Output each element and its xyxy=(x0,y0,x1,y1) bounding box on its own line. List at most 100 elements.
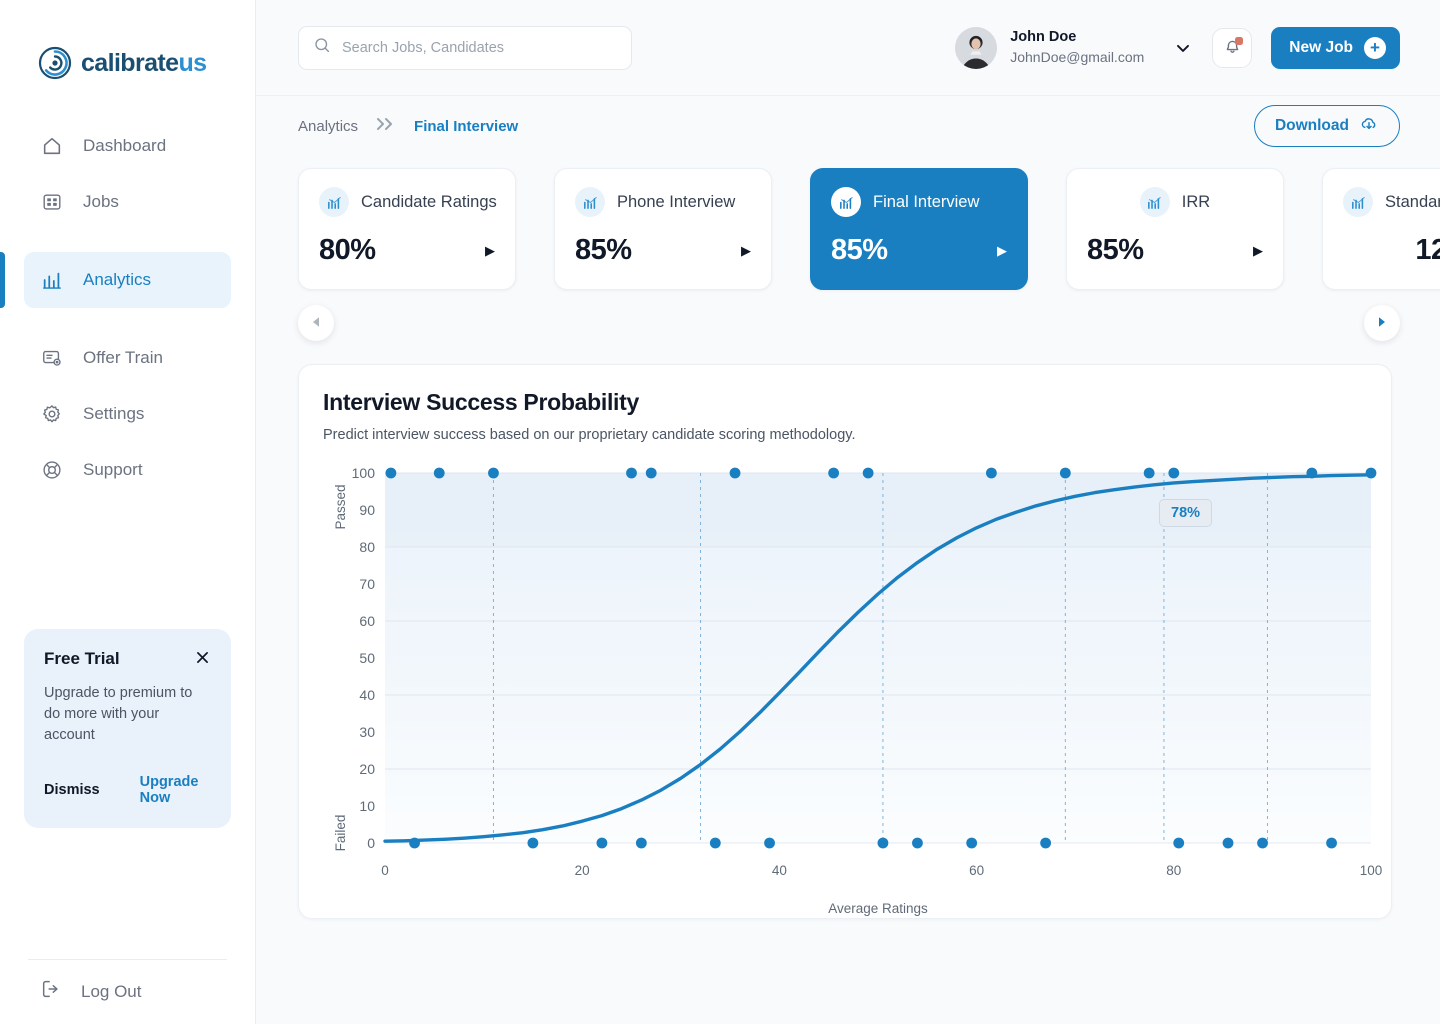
svg-text:80: 80 xyxy=(359,539,375,555)
sidebar-item-label: Jobs xyxy=(83,192,119,211)
brand-name-dark: calibrate xyxy=(81,48,179,77)
search-icon xyxy=(313,36,331,59)
metric-card-body: 85% ▶ xyxy=(575,234,751,267)
cloud-download-icon xyxy=(1359,114,1379,139)
search-input[interactable] xyxy=(342,39,617,56)
cards-carousel-controls xyxy=(256,294,1440,352)
breadcrumb-separator xyxy=(375,117,397,135)
sidebar-footer: Log Out xyxy=(0,958,255,1024)
brand-logo[interactable]: calibrateus xyxy=(0,0,255,80)
metric-card-label: Phone Interview xyxy=(617,192,736,211)
sidebar-item-settings[interactable]: Settings xyxy=(24,386,231,442)
upgrade-now-button[interactable]: Upgrade Now xyxy=(140,774,211,806)
breadcrumb-current[interactable]: Final Interview xyxy=(414,118,518,135)
metric-card-label: Final Interview xyxy=(873,192,980,211)
bar-chart-icon xyxy=(1139,187,1170,217)
free-trial-actions: Dismiss Upgrade Now xyxy=(44,774,211,806)
gear-icon xyxy=(40,402,64,426)
search-box[interactable] xyxy=(298,25,632,70)
chevron-left-icon xyxy=(309,315,323,332)
main-content: John Doe JohnDoe@gmail.com xyxy=(256,0,1440,1024)
metric-card-value: 85% xyxy=(831,234,888,266)
svg-text:Failed: Failed xyxy=(333,815,348,852)
metric-card-label: Standard Report xyxy=(1385,192,1440,211)
user-email: JohnDoe@gmail.com xyxy=(1010,48,1145,65)
free-trial-header: Free Trial xyxy=(44,649,211,670)
plus-icon: + xyxy=(1364,36,1386,59)
notifications-button[interactable] xyxy=(1212,27,1253,68)
sidebar-nav: Dashboard Jobs Analytics Offer Train Set… xyxy=(0,118,255,498)
chevron-right-icon[interactable]: ▶ xyxy=(1253,243,1263,259)
download-label: Download xyxy=(1274,117,1349,134)
chevron-right-icon[interactable]: ▶ xyxy=(485,243,495,259)
metric-card-body: 85% ▶ xyxy=(1087,234,1263,267)
svg-text:10: 10 xyxy=(359,798,375,814)
sidebar-item-label: Offer Train xyxy=(83,348,163,367)
svg-text:60: 60 xyxy=(359,613,375,629)
user-menu[interactable]: John Doe JohnDoe@gmail.com xyxy=(955,26,1193,69)
svg-text:50: 50 xyxy=(359,650,375,666)
chart-plot-area: 0 10 20 30 40 50 60 70 80 90 100 Passed Failed 0 20 40 6… xyxy=(323,461,1382,921)
metric-card-standard-report[interactable]: Standard Report 12 xyxy=(1322,168,1440,290)
breadcrumb-parent[interactable]: Analytics xyxy=(298,118,358,135)
metric-card-header: IRR xyxy=(1087,187,1263,217)
logout-button[interactable]: Log Out xyxy=(0,960,255,1024)
svg-text:20: 20 xyxy=(575,863,590,878)
svg-text:40: 40 xyxy=(359,687,375,703)
metric-card-final-interview[interactable]: Final Interview 85% ▶ xyxy=(810,168,1028,290)
metric-card-value: 80% xyxy=(319,234,376,266)
svg-text:80: 80 xyxy=(1166,863,1181,878)
target-circle-icon xyxy=(38,46,72,80)
metric-card-header: Phone Interview xyxy=(575,187,751,217)
free-trial-title: Free Trial xyxy=(44,649,120,669)
dismiss-button[interactable]: Dismiss xyxy=(44,782,100,798)
svg-text:20: 20 xyxy=(359,761,375,777)
metric-card-irr[interactable]: IRR 85% ▶ xyxy=(1066,168,1284,290)
document-check-icon xyxy=(40,346,64,370)
metric-card-phone-interview[interactable]: Phone Interview 85% ▶ xyxy=(554,168,772,290)
svg-text:100: 100 xyxy=(352,465,376,481)
brand-name-light: us xyxy=(178,48,207,77)
carousel-prev-button[interactable] xyxy=(298,305,334,341)
sidebar: calibrateus Dashboard Jobs Analytics Off… xyxy=(0,0,256,1024)
topbar-actions: John Doe JohnDoe@gmail.com New Job + xyxy=(955,26,1400,69)
notification-badge xyxy=(1235,36,1244,45)
sidebar-item-dashboard[interactable]: Dashboard xyxy=(24,118,231,174)
metric-card-label: Candidate Ratings xyxy=(361,192,497,211)
svg-text:100: 100 xyxy=(1360,863,1383,878)
sidebar-item-offer-train[interactable]: Offer Train xyxy=(24,330,231,386)
bar-chart-icon xyxy=(1343,187,1373,217)
avatar xyxy=(955,26,998,69)
metric-cards: Candidate Ratings 80% ▶ Phone Interview … xyxy=(298,168,1440,290)
svg-text:0: 0 xyxy=(381,863,389,878)
svg-text:90: 90 xyxy=(359,502,375,518)
close-icon[interactable] xyxy=(194,649,211,670)
free-trial-card: Free Trial Upgrade to premium to do more… xyxy=(24,628,231,829)
logout-label: Log Out xyxy=(81,981,142,1001)
metric-card-body: 12 xyxy=(1343,234,1440,267)
carousel-next-button[interactable] xyxy=(1364,305,1400,341)
svg-text:0: 0 xyxy=(367,835,375,851)
chevron-right-icon[interactable]: ▶ xyxy=(997,243,1007,259)
metric-card-header: Standard Report xyxy=(1343,187,1440,217)
sidebar-item-label: Settings xyxy=(83,404,145,423)
sidebar-item-label: Support xyxy=(83,460,143,479)
metric-card-candidate-ratings[interactable]: Candidate Ratings 80% ▶ xyxy=(298,168,516,290)
panel-subtitle: Predict interview success based on our p… xyxy=(323,427,856,443)
metric-card-header: Final Interview xyxy=(831,187,1007,217)
metric-card-value: 85% xyxy=(575,234,632,266)
download-button[interactable]: Download xyxy=(1253,105,1400,147)
user-name: John Doe xyxy=(1010,29,1077,46)
sidebar-item-jobs[interactable]: Jobs xyxy=(24,174,231,230)
chevron-down-icon[interactable] xyxy=(1173,38,1193,58)
metric-card-body: 80% ▶ xyxy=(319,234,495,267)
interview-success-probability-chart[interactable]: 0 10 20 30 40 50 60 70 80 90 100 Passed Failed 0 20 40 6… xyxy=(323,461,1385,921)
sidebar-item-analytics[interactable]: Analytics xyxy=(0,252,231,308)
sidebar-item-support[interactable]: Support xyxy=(24,442,231,498)
bar-chart-icon xyxy=(319,187,349,217)
user-info: John Doe JohnDoe@gmail.com xyxy=(1010,28,1144,66)
new-job-button[interactable]: New Job + xyxy=(1271,26,1400,69)
chevron-right-icon[interactable]: ▶ xyxy=(741,243,751,259)
chart-tooltip: 78% xyxy=(1159,499,1213,527)
